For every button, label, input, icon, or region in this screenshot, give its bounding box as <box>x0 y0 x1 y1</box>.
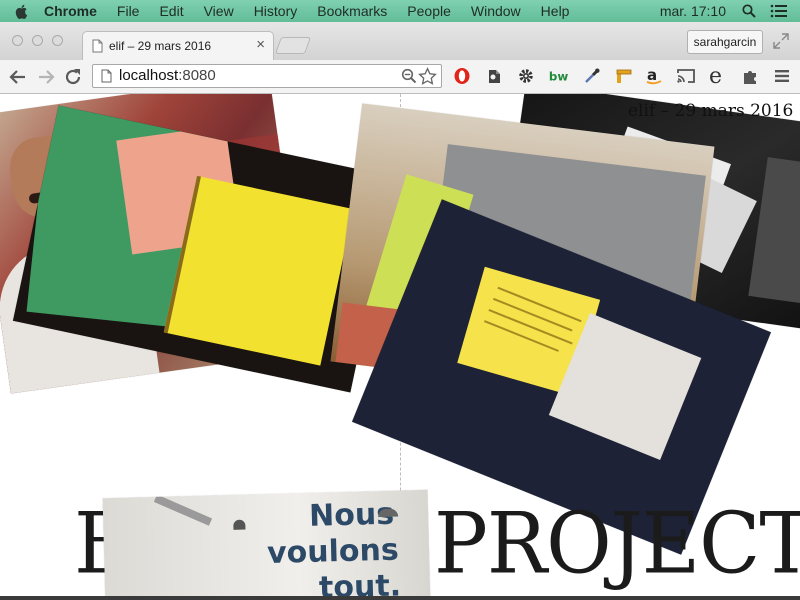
menu-view[interactable]: View <box>204 3 234 19</box>
amazon-icon[interactable]: a <box>644 66 664 86</box>
tab-strip: elif – 29 mars 2016 × <box>0 22 800 61</box>
gear-icon[interactable] <box>516 66 536 86</box>
back-icon[interactable] <box>8 67 28 87</box>
ruler-icon[interactable] <box>614 66 634 86</box>
browser-toolbar: localhost:8080 bw a e <box>0 60 800 94</box>
window-zoom-button[interactable] <box>52 35 63 46</box>
address-bar[interactable]: localhost:8080 <box>92 64 442 88</box>
page-title-fragment: elif – 29 mars 2016 <box>628 101 794 121</box>
window-close-button[interactable] <box>12 35 23 46</box>
menu-help[interactable]: Help <box>541 3 570 19</box>
new-tab-button[interactable] <box>274 37 312 54</box>
zoom-icon[interactable] <box>401 68 417 84</box>
e-icon[interactable]: e <box>708 65 728 87</box>
menu-chrome[interactable]: Chrome <box>44 3 97 19</box>
eyedropper-icon[interactable] <box>582 66 602 86</box>
bookmark-star-icon[interactable] <box>418 67 437 86</box>
tab-title: elif – 29 mars 2016 <box>109 39 212 53</box>
profile-button[interactable]: sarahgarcin <box>687 30 763 54</box>
menu-people[interactable]: People <box>407 3 451 19</box>
page-icon <box>101 69 112 83</box>
forward-icon[interactable] <box>36 67 56 87</box>
svg-text:e: e <box>709 65 722 87</box>
menubar-clock[interactable]: mar. 17:10 <box>660 3 726 19</box>
url-port: :8080 <box>178 67 216 84</box>
heading-projects: PROJECTS <box>434 494 800 593</box>
evernote-icon[interactable] <box>484 66 504 86</box>
tab-active[interactable]: elif – 29 mars 2016 × <box>82 31 274 60</box>
fullscreen-icon[interactable] <box>772 32 790 50</box>
tab-close-icon[interactable]: × <box>256 36 265 53</box>
photo-sign: Nous voulons tout. <box>102 489 431 600</box>
cast-icon[interactable] <box>676 66 696 86</box>
window-minimize-button[interactable] <box>32 35 43 46</box>
apple-icon[interactable] <box>14 3 30 19</box>
puzzle-icon[interactable] <box>740 66 760 86</box>
url-host: localhost <box>119 67 179 84</box>
address-text[interactable]: localhost:8080 <box>119 67 216 84</box>
svg-text:bw: bw <box>549 70 568 84</box>
menu-bookmarks[interactable]: Bookmarks <box>317 3 387 19</box>
sign-line-2: voulons <box>266 532 400 571</box>
svg-text:a: a <box>647 66 657 84</box>
document-icon <box>92 39 103 53</box>
spotlight-search-icon[interactable] <box>740 2 758 20</box>
notification-center-icon[interactable] <box>770 2 788 20</box>
menu-file[interactable]: File <box>117 3 140 19</box>
menu-edit[interactable]: Edit <box>159 3 183 19</box>
bottom-photo-strip <box>0 596 800 600</box>
menu-window[interactable]: Window <box>471 3 521 19</box>
reload-icon[interactable] <box>63 67 83 87</box>
menu-icon[interactable] <box>772 66 792 86</box>
page-content: elif – 29 mars 2016 B PROJECTS Nous voul… <box>0 94 800 600</box>
bw-icon[interactable]: bw <box>548 66 568 86</box>
menu-history[interactable]: History <box>254 3 298 19</box>
opera-icon[interactable] <box>452 66 472 86</box>
mac-menubar: Chrome File Edit View History Bookmarks … <box>0 0 800 22</box>
